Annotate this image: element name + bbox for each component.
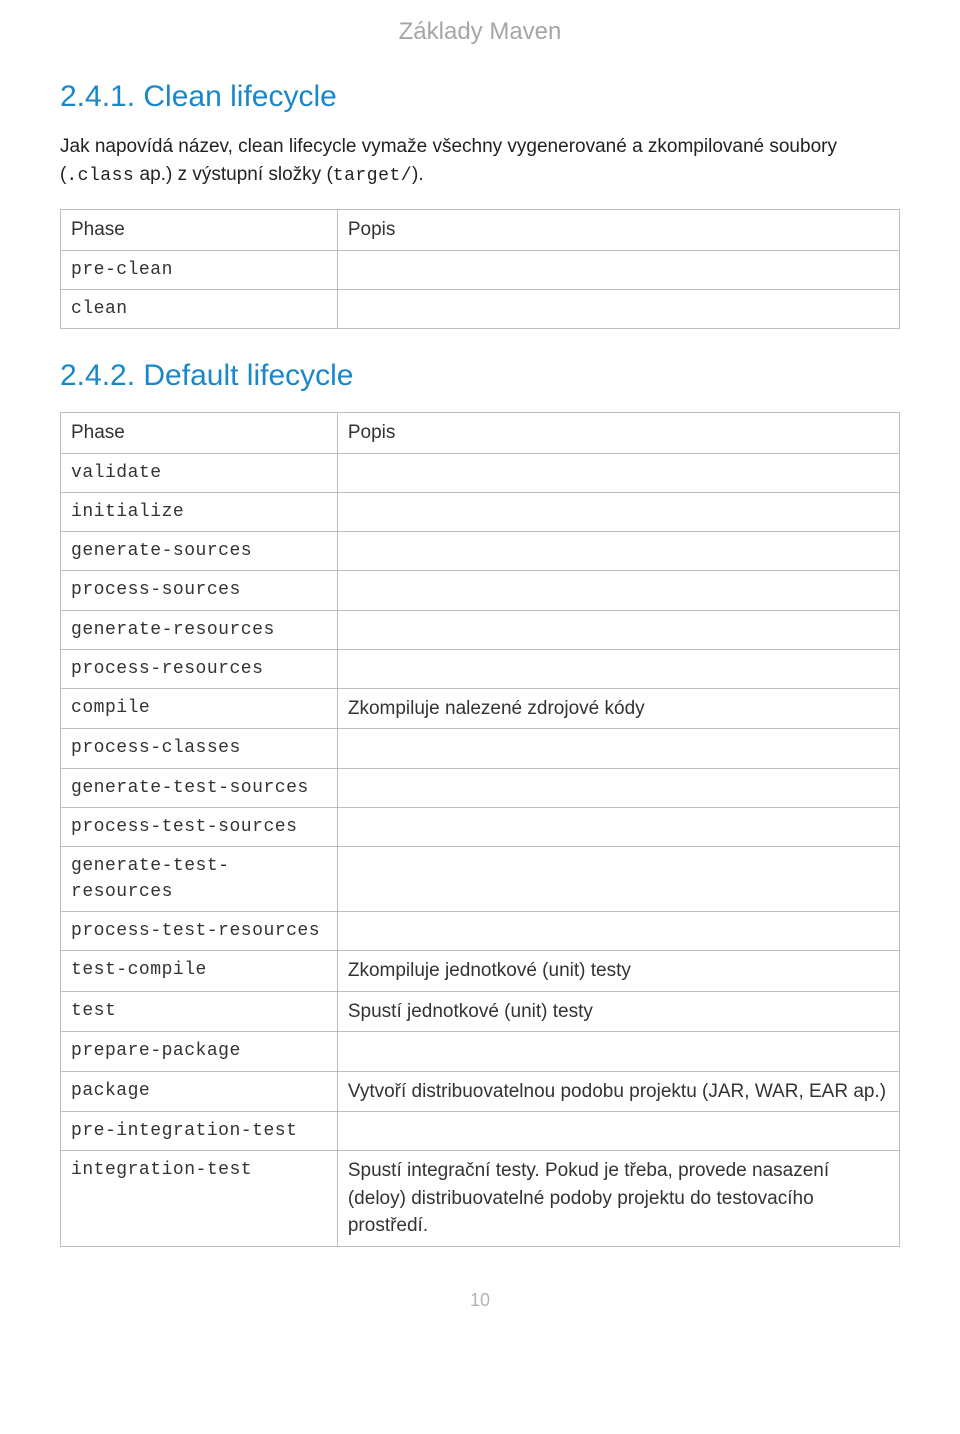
clean-lifecycle-table: Phase Popis pre-cleanclean [60, 209, 900, 329]
popis-cell [337, 729, 899, 768]
phase-cell: pre-integration-test [61, 1112, 338, 1151]
phase-cell: process-test-resources [61, 912, 338, 951]
popis-cell: Zkompiluje nalezené zdrojové kódy [337, 688, 899, 729]
table-header-popis: Popis [337, 210, 899, 251]
table-row: generate-test-sources [61, 768, 900, 807]
popis-cell: Zkompiluje jednotkové (unit) testy [337, 951, 899, 992]
table-header-phase: Phase [61, 413, 338, 454]
phase-cell: process-classes [61, 729, 338, 768]
table-row: pre-integration-test [61, 1112, 900, 1151]
phase-cell: process-test-sources [61, 807, 338, 846]
table-row: process-test-sources [61, 807, 900, 846]
phase-cell: prepare-package [61, 1032, 338, 1071]
popis-cell: Spustí integrační testy. Pokud je třeba,… [337, 1151, 899, 1247]
table-row: process-classes [61, 729, 900, 768]
table-row: initialize [61, 493, 900, 532]
inline-code-target: target/ [333, 166, 412, 186]
popis-cell: Vytvoří distribuovatelnou podobu projekt… [337, 1071, 899, 1112]
section-1-heading: 2.4.1. Clean lifecycle [60, 75, 900, 119]
phase-cell: generate-test-sources [61, 768, 338, 807]
popis-cell [337, 453, 899, 492]
popis-cell [337, 289, 899, 328]
phase-cell: clean [61, 289, 338, 328]
table-row: pre-clean [61, 250, 900, 289]
popis-cell [337, 1032, 899, 1071]
popis-cell [337, 846, 899, 911]
popis-cell [337, 649, 899, 688]
popis-cell [337, 532, 899, 571]
phase-cell: integration-test [61, 1151, 338, 1247]
popis-cell [337, 610, 899, 649]
table-row: process-sources [61, 571, 900, 610]
popis-cell [337, 768, 899, 807]
page-number: 10 [60, 1287, 900, 1313]
table-row: testSpustí jednotkové (unit) testy [61, 991, 900, 1032]
table-row: generate-test-resources [61, 846, 900, 911]
table-row: clean [61, 289, 900, 328]
popis-cell [337, 250, 899, 289]
para-text-2: ap.) z výstupní složky ( [134, 164, 333, 185]
phase-cell: test [61, 991, 338, 1032]
inline-code-class: .class [66, 166, 134, 186]
phase-cell: package [61, 1071, 338, 1112]
table-row: generate-resources [61, 610, 900, 649]
popis-cell [337, 493, 899, 532]
phase-cell: validate [61, 453, 338, 492]
default-lifecycle-table: Phase Popis validateinitializegenerate-s… [60, 412, 900, 1247]
table-row: test-compileZkompiluje jednotkové (unit)… [61, 951, 900, 992]
page-header: Základy Maven [60, 15, 900, 50]
section-1-paragraph: Jak napovídá název, clean lifecycle vyma… [60, 133, 900, 189]
popis-cell [337, 912, 899, 951]
popis-cell [337, 807, 899, 846]
phase-cell: compile [61, 688, 338, 729]
para-text-3: ). [412, 164, 424, 185]
phase-cell: generate-resources [61, 610, 338, 649]
table-row: process-test-resources [61, 912, 900, 951]
table-row: validate [61, 453, 900, 492]
popis-cell: Spustí jednotkové (unit) testy [337, 991, 899, 1032]
phase-cell: test-compile [61, 951, 338, 992]
section-2-heading: 2.4.2. Default lifecycle [60, 354, 900, 398]
table-row: compileZkompiluje nalezené zdrojové kódy [61, 688, 900, 729]
phase-cell: initialize [61, 493, 338, 532]
table-header-popis: Popis [337, 413, 899, 454]
phase-cell: generate-sources [61, 532, 338, 571]
phase-cell: process-sources [61, 571, 338, 610]
popis-cell [337, 1112, 899, 1151]
table-row: packageVytvoří distribuovatelnou podobu … [61, 1071, 900, 1112]
table-row: prepare-package [61, 1032, 900, 1071]
phase-cell: pre-clean [61, 250, 338, 289]
table-row: integration-testSpustí integrační testy.… [61, 1151, 900, 1247]
table-row: generate-sources [61, 532, 900, 571]
table-header-phase: Phase [61, 210, 338, 251]
table-row: process-resources [61, 649, 900, 688]
phase-cell: generate-test-resources [61, 846, 338, 911]
popis-cell [337, 571, 899, 610]
phase-cell: process-resources [61, 649, 338, 688]
